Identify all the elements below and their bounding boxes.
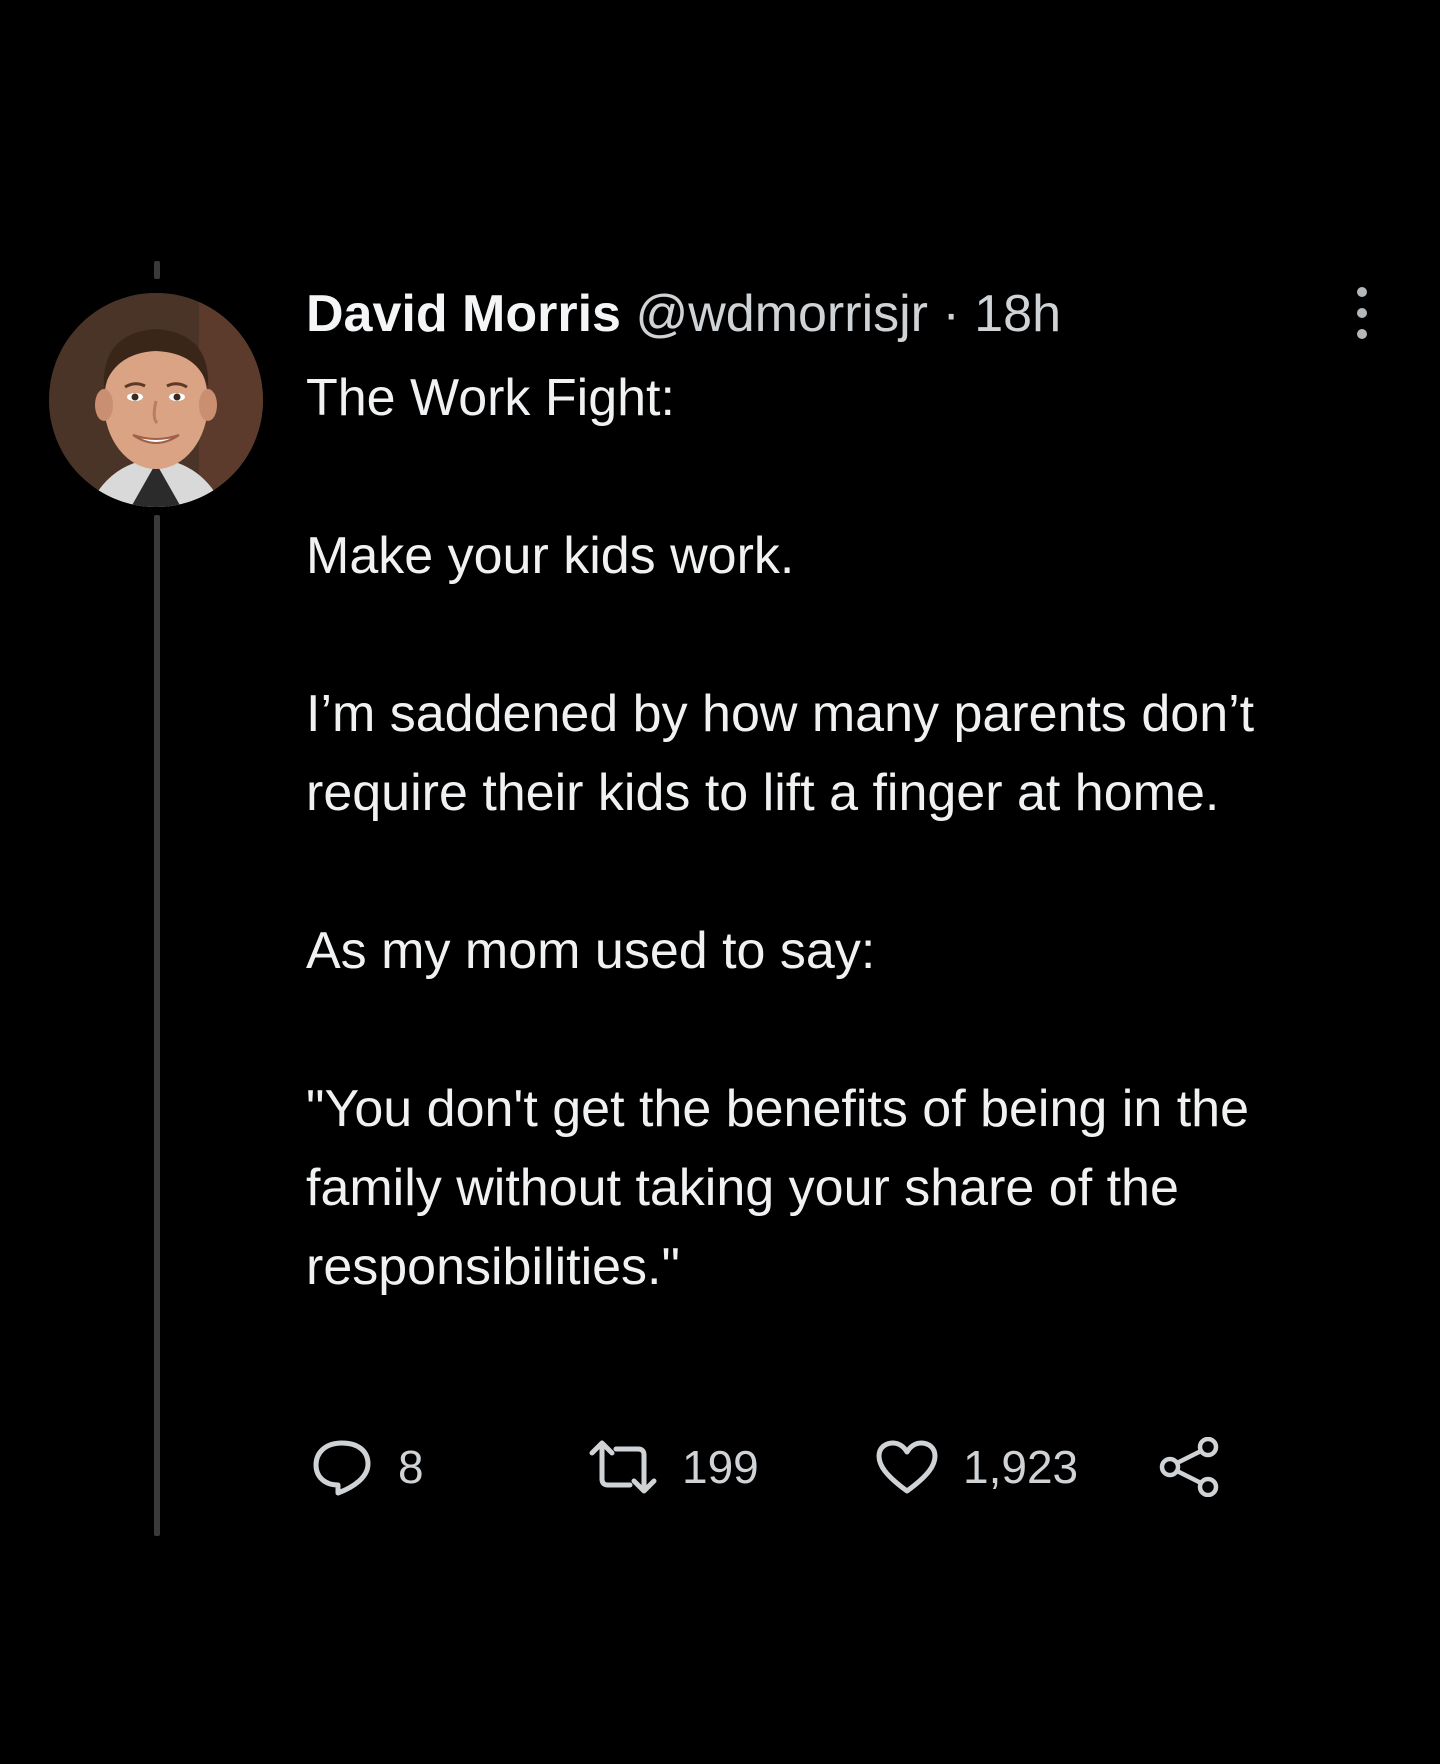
tweet-line: "You don't get the benefits of being in … <box>306 1080 1249 1296</box>
header-separator: · <box>942 285 960 343</box>
author-handle[interactable]: @wdmorrisjr <box>635 285 928 343</box>
thread-line-top <box>154 261 160 279</box>
tweet-line: I’m saddened by how many parents don’t r… <box>306 685 1255 822</box>
share-icon <box>1159 1437 1219 1497</box>
tweet-line: The Work Fight: <box>306 369 675 427</box>
thread-line <box>154 515 160 1536</box>
tweet-line: As my mom used to say: <box>306 922 876 980</box>
share-button[interactable] <box>1158 1432 1220 1502</box>
like-button[interactable]: 1,923 <box>875 1432 1078 1502</box>
retweet-count: 199 <box>682 1441 759 1493</box>
author-name[interactable]: David Morris <box>306 285 621 343</box>
tweet-actions: 8 199 1,923 <box>310 1432 1230 1502</box>
retweet-button[interactable]: 199 <box>588 1432 759 1502</box>
like-icon <box>876 1440 938 1494</box>
more-options-button[interactable] <box>1350 285 1374 341</box>
avatar[interactable] <box>49 293 263 507</box>
avatar-photo <box>49 293 263 507</box>
reply-count: 8 <box>398 1441 424 1493</box>
tweet-line: Make your kids work. <box>306 527 795 585</box>
tweet-header: David Morris @wdmorrisjr · 18h <box>306 284 1061 344</box>
retweet-icon <box>589 1440 657 1494</box>
reply-icon <box>313 1440 371 1496</box>
reply-button[interactable]: 8 <box>310 1432 424 1502</box>
timestamp[interactable]: 18h <box>974 285 1061 343</box>
like-count: 1,923 <box>963 1441 1079 1493</box>
tweet-text: The Work Fight: Make your kids work. I’m… <box>306 359 1386 1307</box>
